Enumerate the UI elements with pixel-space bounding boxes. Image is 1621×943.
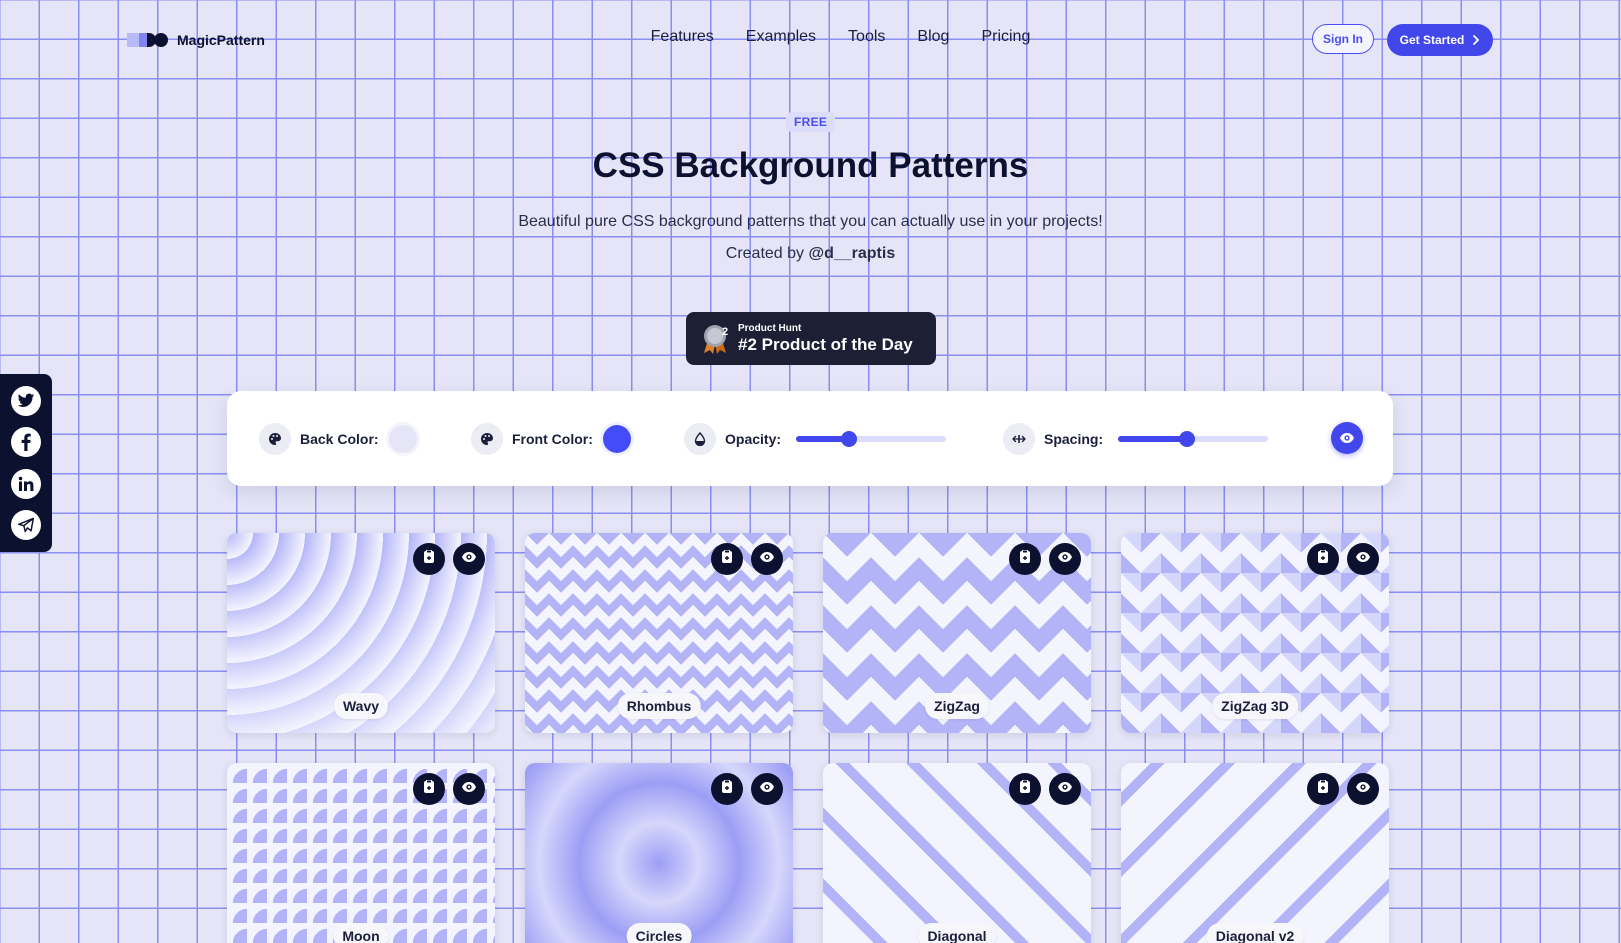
twitter-icon[interactable]	[11, 385, 41, 416]
free-badge: FREE	[786, 112, 836, 132]
nav-features[interactable]: Features	[651, 28, 714, 46]
preview-toggle-button[interactable]	[1331, 422, 1363, 454]
clipboard-icon	[1316, 779, 1330, 799]
copy-css-button[interactable]	[711, 543, 743, 575]
clipboard-icon	[422, 779, 436, 799]
palette-icon	[259, 423, 291, 455]
medal-rank: 2	[722, 326, 729, 338]
opacity-control: Opacity:	[684, 423, 947, 455]
pattern-name: Circles	[626, 923, 692, 943]
preview-pattern-button[interactable]	[751, 773, 783, 805]
spacing-control: Spacing:	[1003, 423, 1269, 455]
eye-icon	[1355, 550, 1371, 568]
pattern-card[interactable]: Rhombus	[525, 533, 793, 733]
copy-css-button[interactable]	[1307, 543, 1339, 575]
nav-pricing[interactable]: Pricing	[981, 28, 1030, 46]
pattern-card[interactable]: Wavy	[227, 533, 495, 733]
get-started-button[interactable]: Get Started	[1387, 24, 1493, 56]
front-color-swatch[interactable]	[602, 425, 631, 453]
pattern-name: Wavy	[333, 693, 389, 719]
opacity-drop-icon	[684, 423, 716, 455]
product-hunt-badge[interactable]: 2 Product Hunt #2 Product of the Day	[686, 312, 936, 365]
back-color-swatch[interactable]	[388, 425, 417, 453]
pattern-card[interactable]: ZigZag	[823, 533, 1091, 733]
copy-css-button[interactable]	[711, 773, 743, 805]
product-hunt-text: Product Hunt #2 Product of the Day	[738, 323, 913, 355]
clipboard-icon	[1018, 549, 1032, 569]
front-color-label: Front Color:	[512, 431, 593, 447]
opacity-label: Opacity:	[725, 431, 782, 447]
copy-css-button[interactable]	[1307, 773, 1339, 805]
nav-tools[interactable]: Tools	[848, 28, 885, 46]
preview-pattern-button[interactable]	[751, 543, 783, 575]
linkedin-icon[interactable]	[11, 468, 41, 499]
spacing-slider-fill	[1118, 436, 1188, 442]
clipboard-icon	[720, 779, 734, 799]
pattern-card[interactable]: Diagonal	[823, 763, 1091, 943]
spacing-label: Spacing:	[1044, 431, 1104, 447]
opacity-slider-handle[interactable]	[840, 431, 857, 447]
product-hunt-rank-text: #2 Product of the Day	[738, 334, 913, 354]
eye-icon	[1355, 780, 1371, 798]
nav-examples[interactable]: Examples	[746, 28, 816, 46]
opacity-slider[interactable]	[796, 431, 947, 447]
pattern-card[interactable]: Diagonal v2	[1121, 763, 1389, 943]
pattern-card[interactable]: ZigZag 3D	[1121, 533, 1389, 733]
pattern-name: Rhombus	[617, 693, 701, 719]
palette-icon	[471, 423, 503, 455]
eye-icon	[759, 780, 775, 798]
preview-pattern-button[interactable]	[1347, 773, 1379, 805]
product-hunt-small: Product Hunt	[738, 322, 802, 334]
pattern-name: ZigZag	[925, 693, 989, 719]
spacing-arrows-icon	[1003, 423, 1035, 455]
spacing-slider-handle[interactable]	[1179, 431, 1196, 447]
clipboard-icon	[1316, 549, 1330, 569]
copy-css-button[interactable]	[413, 773, 445, 805]
credit-prefix: Created by	[725, 245, 809, 262]
clipboard-icon	[422, 549, 436, 569]
pattern-controls-panel: Back Color: Front Color: Opacity: Spacin…	[227, 391, 1393, 486]
eye-icon	[759, 550, 775, 568]
chevron-right-icon	[1473, 35, 1480, 45]
credit-line: Created by @d__raptis	[0, 245, 1621, 263]
facebook-icon[interactable]	[11, 427, 41, 458]
copy-css-button[interactable]	[413, 543, 445, 575]
page-title: CSS Background Patterns	[592, 146, 1029, 185]
pattern-name: Diagonal	[918, 923, 996, 943]
pattern-card[interactable]: Circles	[525, 763, 793, 943]
back-color-label: Back Color:	[300, 431, 379, 447]
clipboard-icon	[1018, 779, 1032, 799]
eye-icon	[1057, 780, 1073, 798]
page-subtitle: Beautiful pure CSS background patterns t…	[518, 213, 1103, 230]
pattern-name: Moon	[333, 923, 389, 943]
copy-css-button[interactable]	[1009, 773, 1041, 805]
main-nav: Features Examples Tools Blog Pricing	[0, 28, 1621, 46]
front-color-control: Front Color:	[471, 423, 631, 455]
eye-icon	[461, 550, 477, 568]
clipboard-icon	[720, 549, 734, 569]
spacing-slider[interactable]	[1118, 431, 1269, 447]
pattern-name: ZigZag 3D	[1212, 693, 1298, 719]
preview-pattern-button[interactable]	[453, 543, 485, 575]
copy-css-button[interactable]	[1009, 543, 1041, 575]
telegram-icon[interactable]	[11, 510, 41, 541]
back-color-control: Back Color:	[259, 423, 417, 455]
nav-blog[interactable]: Blog	[917, 28, 949, 46]
preview-pattern-button[interactable]	[1347, 543, 1379, 575]
sign-in-button[interactable]: Sign In	[1312, 24, 1374, 54]
preview-pattern-button[interactable]	[453, 773, 485, 805]
eye-icon	[1340, 433, 1354, 443]
author-link[interactable]: @d__raptis	[808, 245, 895, 262]
social-share-bar	[0, 374, 52, 552]
eye-icon	[461, 780, 477, 798]
get-started-label: Get Started	[1399, 33, 1465, 47]
preview-pattern-button[interactable]	[1049, 543, 1081, 575]
pattern-card[interactable]: Moon	[227, 763, 495, 943]
preview-pattern-button[interactable]	[1049, 773, 1081, 805]
eye-icon	[1057, 550, 1073, 568]
pattern-name: Diagonal v2	[1206, 923, 1304, 943]
